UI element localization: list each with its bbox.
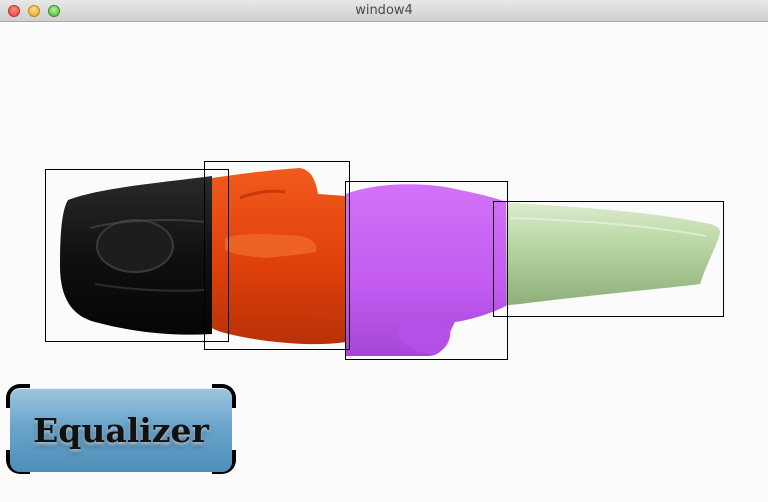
equalizer-label: Equalizer — [33, 410, 209, 450]
segment-hips[interactable] — [346, 184, 506, 356]
segment-torso[interactable] — [212, 168, 346, 345]
equalizer-button[interactable]: Equalizer — [10, 388, 232, 472]
window-title: window4 — [355, 3, 413, 18]
window-titlebar[interactable]: window4 — [0, 0, 768, 22]
segment-legs[interactable] — [498, 202, 720, 306]
segment-head[interactable] — [60, 176, 212, 335]
